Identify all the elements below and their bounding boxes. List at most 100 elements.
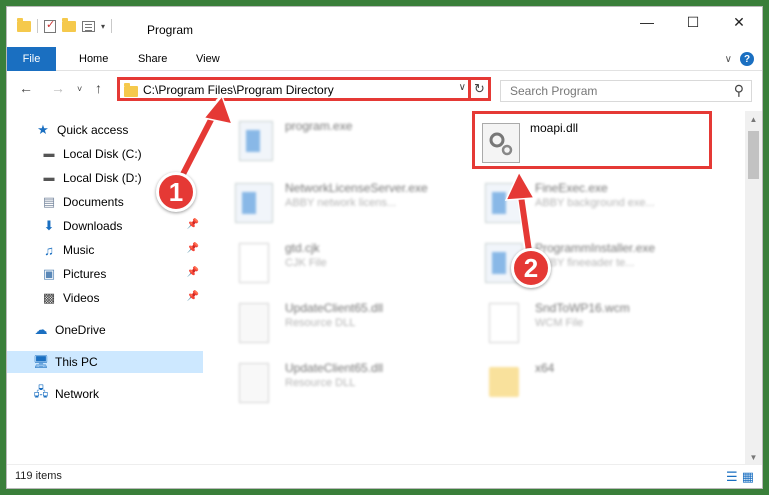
- forward-icon[interactable]: →: [51, 80, 65, 96]
- sidebar-item-local-disk-c[interactable]: ▬ Local Disk (C:): [7, 143, 203, 165]
- sidebar-item-label: This PC: [55, 355, 98, 369]
- up-icon[interactable]: ↑: [95, 80, 102, 96]
- file-name: SndToWP16.wcm: [535, 301, 630, 315]
- file-item-fineexec[interactable]: FineExec.exe ABBY background exe...: [485, 179, 715, 231]
- address-bar[interactable]: C:\Program Files\Program Directory ∨ ↻: [117, 77, 491, 101]
- sidebar-item-music[interactable]: ♫ Music 📌: [7, 239, 203, 261]
- dll-gear-icon: [239, 363, 269, 403]
- maximize-button[interactable]: ☐: [670, 7, 716, 37]
- sidebar-item-downloads[interactable]: ⬇ Downloads 📌: [7, 215, 203, 237]
- item-count: 119 items: [15, 470, 62, 482]
- explorer-window: ▾ Program — ☐ ✕ File Home Share View ∨ ?…: [6, 6, 763, 489]
- file-name: x64: [535, 361, 555, 375]
- download-icon: ⬇: [43, 218, 55, 233]
- dll-gear-icon: [239, 303, 269, 343]
- folder-icon: [17, 17, 31, 32]
- pin-icon[interactable]: 📌: [187, 291, 199, 302]
- help-icon[interactable]: ?: [740, 52, 754, 66]
- sidebar-item-videos[interactable]: ▩ Videos 📌: [7, 287, 203, 309]
- sidebar-item-label: Documents: [63, 195, 124, 209]
- tab-home[interactable]: Home: [79, 47, 108, 71]
- executable-icon: [235, 183, 273, 223]
- computer-icon: 🖥: [32, 354, 50, 369]
- chevron-down-icon[interactable]: ∨: [459, 82, 466, 93]
- file-name: gtd.cjk: [285, 241, 320, 255]
- pin-icon[interactable]: 📌: [187, 219, 199, 230]
- toolbar-divider: [37, 19, 38, 33]
- sidebar-item-label: Local Disk (D:): [63, 171, 142, 185]
- file-item-sndtowp16[interactable]: SndToWP16.wcm WCM File: [485, 299, 715, 351]
- vertical-scrollbar[interactable]: ▲ ▼: [745, 111, 762, 466]
- star-icon: ★: [37, 122, 49, 137]
- new-folder-icon[interactable]: [62, 17, 76, 32]
- large-icons-view-icon[interactable]: ▦: [742, 469, 754, 485]
- tab-view[interactable]: View: [196, 47, 220, 71]
- navigation-pane: ★ Quick access ▬ Local Disk (C:) ▬ Local…: [7, 111, 205, 466]
- minimize-button[interactable]: —: [624, 7, 670, 37]
- sidebar-item-pictures[interactable]: ▣ Pictures 📌: [7, 263, 203, 285]
- sidebar-item-label: Local Disk (C:): [63, 147, 142, 161]
- sidebar-item-label: OneDrive: [55, 323, 106, 337]
- sidebar-item-onedrive[interactable]: ☁ OneDrive: [7, 319, 203, 341]
- details-view-icon[interactable]: ☰: [726, 469, 738, 485]
- file-name: program.exe: [285, 119, 353, 133]
- scroll-thumb[interactable]: [748, 131, 759, 179]
- documents-icon: ▤: [42, 194, 56, 209]
- pin-icon[interactable]: 📌: [187, 267, 199, 278]
- file-name: UpdateClient65.dll: [285, 301, 384, 315]
- refresh-icon[interactable]: ↻: [468, 77, 488, 101]
- file-name: FineExec.exe: [535, 181, 608, 195]
- chevron-down-icon[interactable]: ▾: [101, 22, 105, 31]
- cloud-icon: ☁: [34, 322, 48, 337]
- file-item-updateclient65-2[interactable]: UpdateClient65.dll Resource DLL: [235, 359, 475, 411]
- file-description: Resource DLL: [285, 317, 356, 329]
- back-icon[interactable]: ←: [19, 80, 33, 96]
- search-icon: ⚲: [733, 82, 744, 98]
- properties-icon[interactable]: [44, 18, 56, 33]
- executable-icon: [239, 121, 273, 161]
- sidebar-item-network[interactable]: 🖧 Network: [7, 383, 203, 405]
- ribbon-tabs: File Home Share View ∨ ?: [7, 47, 762, 71]
- view-options-icon[interactable]: [82, 20, 95, 32]
- document-icon: [239, 243, 269, 283]
- pin-icon[interactable]: 📌: [187, 243, 199, 254]
- toolbar-divider: [111, 19, 113, 33]
- status-bar: 119 items ☰ ▦: [7, 464, 762, 488]
- document-icon: [489, 303, 519, 343]
- callout-badge-2: 2: [511, 248, 551, 288]
- window-title: Program: [147, 23, 194, 37]
- drive-icon: ▬: [43, 148, 55, 160]
- close-button[interactable]: ✕: [716, 7, 762, 37]
- address-path[interactable]: C:\Program Files\Program Directory: [143, 83, 334, 97]
- file-item-x64-folder[interactable]: x64: [485, 359, 715, 411]
- sidebar-item-label: Quick access: [57, 123, 129, 137]
- search-placeholder: Search Program: [510, 84, 598, 98]
- file-description: ABBY network licens...: [285, 197, 397, 209]
- quick-access-toolbar: ▾: [17, 17, 113, 33]
- ribbon-right: ∨ ?: [725, 52, 754, 66]
- sidebar-item-label: Pictures: [63, 267, 107, 281]
- tab-share[interactable]: Share: [138, 47, 167, 71]
- scroll-up-icon[interactable]: ▲: [745, 111, 762, 128]
- sidebar-item-this-pc[interactable]: 🖥 This PC: [7, 351, 203, 373]
- file-description: ABBY background exe...: [535, 197, 655, 209]
- sidebar-item-label: Videos: [63, 291, 100, 305]
- tab-file[interactable]: File: [7, 47, 56, 71]
- title-bar: ▾ Program — ☐ ✕: [7, 7, 762, 47]
- recent-locations-icon[interactable]: ˅: [77, 84, 82, 94]
- expand-ribbon-icon[interactable]: ∨: [725, 54, 732, 65]
- file-item-gtd-cjk[interactable]: gtd.cjk CJK File: [235, 239, 475, 291]
- sidebar-item-quick-access[interactable]: ★ Quick access: [7, 119, 203, 141]
- search-input[interactable]: Search Program ⚲: [500, 80, 752, 102]
- file-description: WCM File: [535, 317, 584, 329]
- file-item-program-exe[interactable]: program.exe: [235, 117, 455, 169]
- pictures-icon: ▣: [42, 266, 56, 281]
- network-icon: 🖧: [33, 384, 49, 399]
- drive-icon: ▬: [43, 172, 55, 184]
- file-name: NetworkLicenseServer.exe: [285, 181, 428, 195]
- file-item-updateclient65[interactable]: UpdateClient65.dll Resource DLL: [235, 299, 475, 351]
- highlight-box: [472, 111, 712, 169]
- sidebar-item-label: Music: [63, 243, 95, 257]
- file-description: Resource DLL: [285, 377, 356, 389]
- file-item-networklicenseserver[interactable]: NetworkLicenseServer.exe ABBY network li…: [235, 179, 475, 231]
